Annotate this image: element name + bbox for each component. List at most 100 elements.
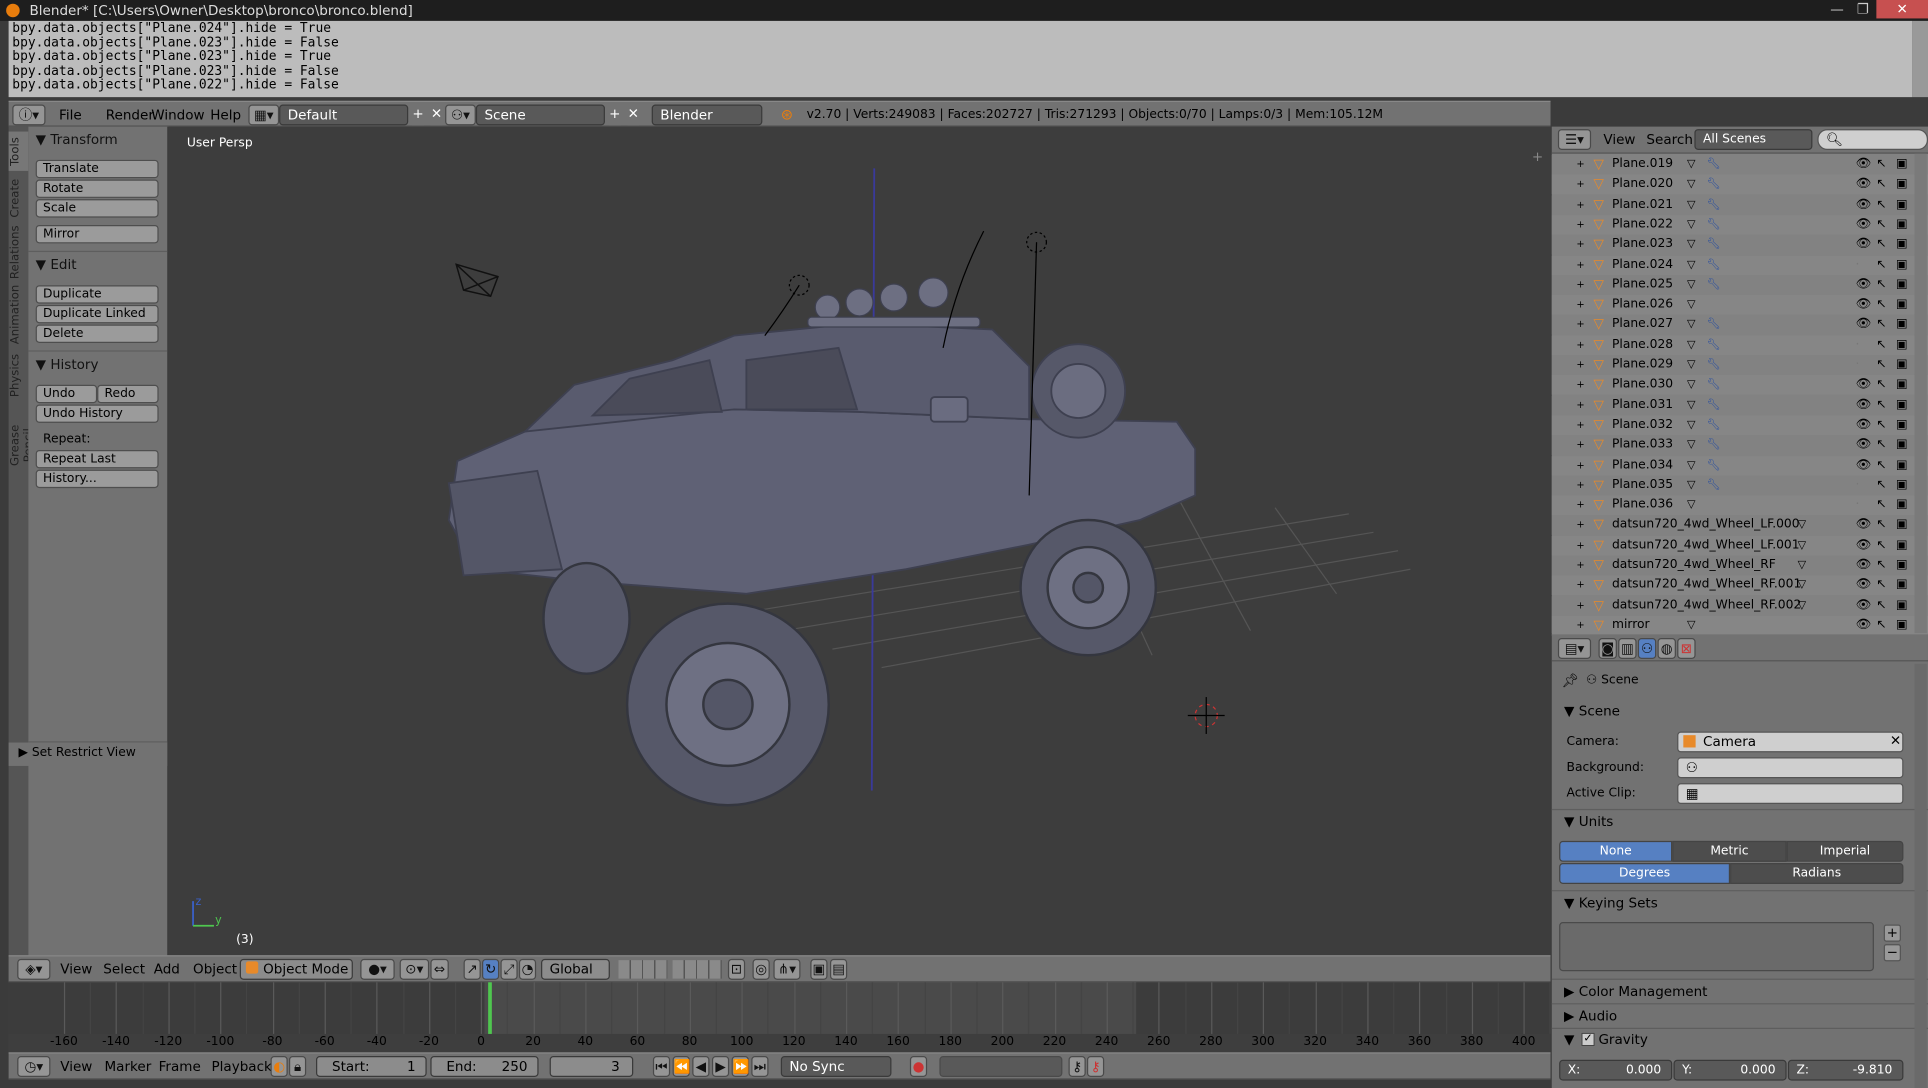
lock-range-icon[interactable]: 🔒︎ [288, 1056, 307, 1077]
repeat-last-button[interactable]: Repeat Last [35, 449, 159, 469]
mesh-data-icon[interactable]: ▽ [1687, 476, 1696, 496]
outliner-row[interactable]: + ▽ Plane.026 ▽ 👁︎ ↖ ▣ [1551, 295, 1928, 315]
scale-button[interactable]: Scale [35, 199, 159, 218]
play-icon[interactable]: ▶ [711, 1056, 730, 1077]
visibility-eye-icon[interactable]: 👁︎ [1855, 175, 1871, 195]
visibility-eye-icon[interactable]: · [1855, 335, 1859, 355]
rotation-radians-button[interactable]: Radians [1730, 863, 1904, 884]
current-frame-field[interactable]: 3 [549, 1056, 634, 1077]
maximize-button[interactable]: ❐ [1851, 0, 1876, 18]
visibility-eye-icon[interactable]: 👁︎ [1855, 195, 1871, 215]
mesh-data-icon[interactable]: ▽ [1687, 215, 1696, 235]
mesh-data-icon[interactable]: ▽ [1687, 255, 1696, 275]
render-camera-icon[interactable]: ▣ [1896, 315, 1908, 335]
expand-icon[interactable]: + [1576, 275, 1584, 295]
undo-button[interactable]: Undo [35, 384, 98, 404]
outliner-row[interactable]: + ▽ Plane.024 ▽ 🔧︎ · ↖ ▣ [1551, 255, 1928, 275]
add-screen-icon[interactable]: + [409, 104, 427, 126]
modifier-icon[interactable]: 🔧︎ [1707, 415, 1721, 435]
outliner-item-name[interactable]: Plane.023 [1612, 235, 1673, 255]
render-tab-icon[interactable]: ◙ [1598, 638, 1617, 659]
jump-keyframe-forward-icon[interactable]: ⏩ [731, 1056, 750, 1077]
scene-panel-header[interactable]: ▼ Scene [1564, 703, 1620, 719]
selectable-cursor-icon[interactable]: ↖ [1876, 255, 1886, 275]
outliner-row[interactable]: + ▽ datsun720_4wd_Wheel_LF.000 ▽ 👁︎ ↖ ▣ [1551, 515, 1928, 536]
render-camera-icon[interactable]: ▣ [1896, 455, 1908, 475]
render-camera-icon[interactable]: ▣ [1896, 516, 1908, 536]
visibility-eye-icon[interactable]: · [1855, 476, 1859, 496]
render-camera-icon[interactable]: ▣ [1896, 255, 1908, 275]
modifier-icon[interactable]: 🔧︎ [1707, 155, 1721, 175]
rotate-manipulator-icon[interactable]: ↻ [482, 958, 500, 980]
console-scrollbar[interactable] [1912, 20, 1928, 98]
close-button[interactable]: ✕ [1876, 0, 1928, 19]
delete-button[interactable]: Delete [35, 324, 159, 344]
clear-camera-icon[interactable]: ✕ [1890, 733, 1901, 749]
sync-mode-select[interactable]: No Sync [780, 1056, 892, 1077]
render-camera-icon[interactable]: ▣ [1896, 155, 1908, 175]
selectable-cursor-icon[interactable]: ↖ [1876, 576, 1886, 596]
mesh-data-icon[interactable]: ▽ [1798, 516, 1807, 536]
visibility-eye-icon[interactable]: 👁︎ [1855, 275, 1871, 295]
modifier-icon[interactable]: 🔧︎ [1707, 355, 1721, 375]
modifier-icon[interactable]: 🔧︎ [1707, 455, 1721, 475]
insert-keyframe-icon[interactable]: ⚷ [1068, 1056, 1086, 1077]
outliner-item-name[interactable]: datsun720_4wd_Wheel_LF.000 [1612, 516, 1800, 536]
outliner-display-mode[interactable]: All Scenes [1694, 129, 1813, 150]
gravity-x-field[interactable]: X: 0.000 [1559, 1059, 1673, 1081]
mesh-data-icon[interactable]: ▽ [1687, 235, 1696, 255]
menu-playback[interactable]: Playback [211, 1054, 271, 1081]
properties-scrollbar[interactable] [1914, 663, 1927, 1088]
expand-icon[interactable]: + [1576, 195, 1584, 215]
edit-panel-header[interactable]: ▼ Edit [36, 257, 77, 273]
outliner-row[interactable]: + ▽ Plane.033 ▽ 🔧︎ 👁︎ ↖ ▣ [1551, 435, 1928, 456]
units-panel-header[interactable]: ▼ Units [1564, 814, 1613, 830]
mesh-data-icon[interactable]: ▽ [1687, 335, 1696, 355]
outliner-item-name[interactable]: Plane.031 [1612, 395, 1673, 415]
outliner-row[interactable]: + ▽ Plane.023 ▽ 🔧︎ 👁︎ ↖ ▣ [1551, 235, 1928, 255]
expand-icon[interactable]: + [1576, 395, 1584, 415]
outliner-row[interactable]: + ▽ Plane.035 ▽ 🔧︎ · ↖ ▣ [1551, 475, 1928, 496]
pin-icon[interactable]: 📌︎ [1562, 672, 1579, 688]
editor-type-icon[interactable]: ⓘ▾ [12, 104, 46, 126]
selectable-cursor-icon[interactable]: ↖ [1876, 355, 1886, 375]
menu-view[interactable]: View [60, 956, 92, 983]
mesh-data-icon[interactable]: ▽ [1798, 576, 1807, 596]
expand-icon[interactable]: + [1576, 576, 1584, 596]
expand-icon[interactable]: + [1576, 415, 1584, 435]
render-camera-icon[interactable]: ▣ [1896, 175, 1908, 195]
visibility-eye-icon[interactable]: 👁︎ [1855, 596, 1871, 616]
outliner-item-name[interactable]: Plane.033 [1612, 435, 1673, 455]
visibility-eye-icon[interactable]: 👁︎ [1855, 295, 1871, 315]
menu-add[interactable]: Add [154, 956, 180, 983]
3d-viewport[interactable]: User Persp (3) z y + [168, 126, 1551, 956]
modifier-icon[interactable]: 🔧︎ [1707, 435, 1721, 455]
translate-manipulator-icon[interactable]: ↗ [463, 958, 481, 980]
camera-field[interactable]: Camera [1677, 731, 1904, 753]
scale-manipulator-icon-2[interactable]: ◔ [518, 958, 537, 980]
outliner-item-name[interactable]: datsun720_4wd_Wheel_RF.001 [1612, 576, 1801, 596]
render-camera-icon[interactable]: ▣ [1896, 395, 1908, 415]
toggle-properties-icon[interactable]: + [1532, 149, 1543, 165]
outliner-item-name[interactable]: Plane.036 [1612, 496, 1673, 516]
outliner-item-name[interactable]: Plane.020 [1612, 175, 1673, 195]
outliner-row[interactable]: + ▽ Plane.019 ▽ 🔧︎ 👁︎ ↖ ▣ [1551, 154, 1928, 175]
visibility-eye-icon[interactable]: 👁︎ [1855, 235, 1871, 255]
modifier-icon[interactable]: 🔧︎ [1707, 255, 1721, 275]
selectable-cursor-icon[interactable]: ↖ [1876, 175, 1886, 195]
selectable-cursor-icon[interactable]: ↖ [1876, 435, 1886, 455]
remove-scene-icon[interactable]: ✕ [624, 104, 642, 126]
preview-range-icon[interactable]: ◐ [270, 1056, 288, 1077]
tab-animation[interactable]: Animation [9, 284, 29, 345]
selectable-cursor-icon[interactable]: ↖ [1876, 155, 1886, 175]
render-camera-icon[interactable]: ▣ [1896, 355, 1908, 375]
outliner-item-name[interactable]: Plane.019 [1612, 155, 1673, 175]
selectable-cursor-icon[interactable]: ↖ [1876, 476, 1886, 496]
outliner-item-name[interactable]: mirror [1612, 616, 1650, 636]
snap-icon[interactable]: ⋔▾ [773, 958, 801, 980]
orientation-select[interactable]: Global [541, 958, 610, 980]
scene-field[interactable]: Scene [475, 104, 605, 126]
render-camera-icon[interactable]: ▣ [1896, 195, 1908, 215]
menu-render[interactable]: Render [106, 102, 154, 129]
visibility-eye-icon[interactable]: 👁︎ [1855, 415, 1871, 435]
